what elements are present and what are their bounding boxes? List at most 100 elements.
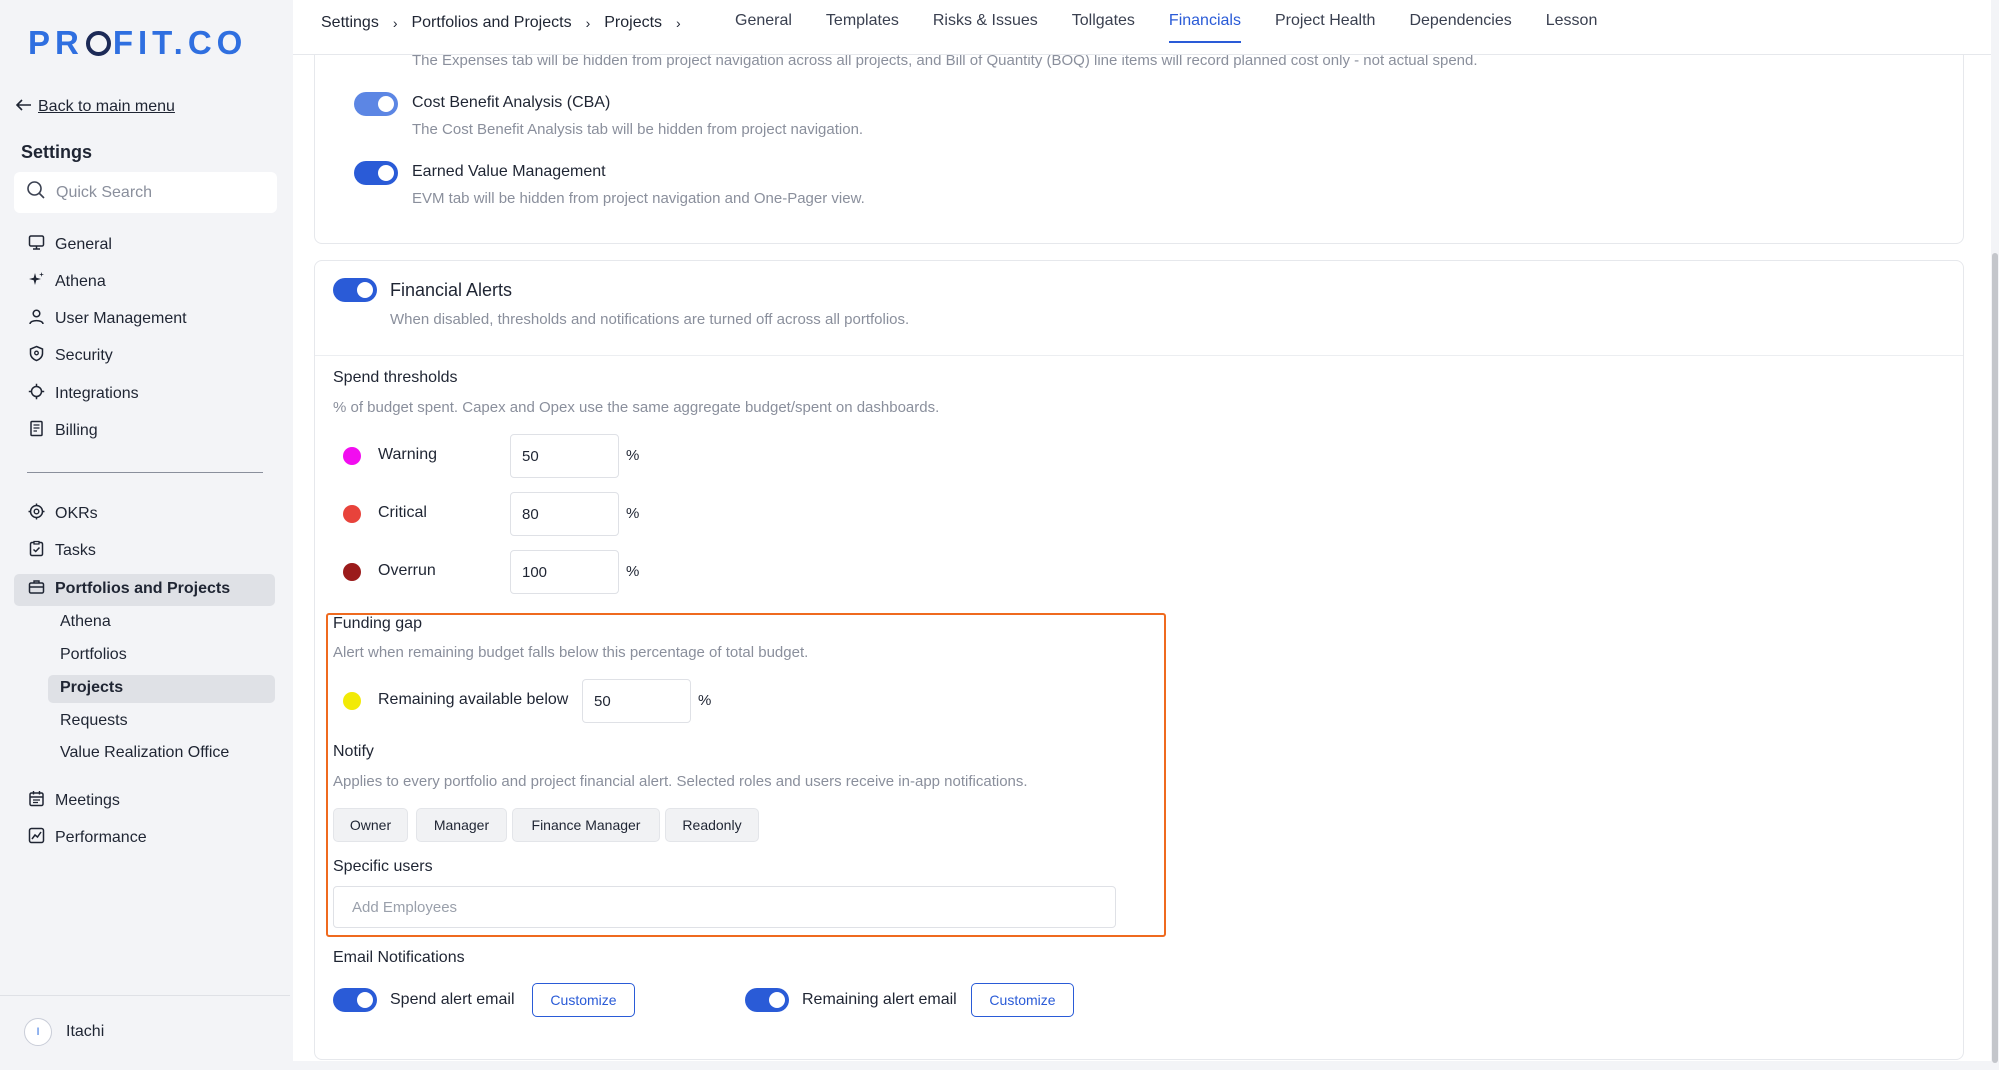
sidebar-item-general[interactable]: General	[28, 233, 112, 257]
tab-financials[interactable]: Financials	[1168, 0, 1241, 55]
sidebar-item-label: Meetings	[55, 792, 120, 809]
sidebar-item-integrations[interactable]: Integrations	[28, 382, 139, 406]
sidebar-item-security[interactable]: Security	[28, 344, 113, 368]
user-profile[interactable]: I Itachi	[24, 1018, 104, 1046]
remaining-alert-email-label: Remaining alert email	[802, 991, 957, 1008]
tab-lesson[interactable]: Lesson	[1546, 0, 1598, 55]
sidebar-item-tasks[interactable]: Tasks	[28, 539, 96, 563]
sidebar-item-meetings[interactable]: Meetings	[28, 789, 120, 813]
main-content: The Expenses tab will be hidden from pro…	[293, 55, 1991, 1061]
tab-tollgates[interactable]: Tollgates	[1072, 0, 1135, 55]
email-notifications-title: Email Notifications	[333, 949, 465, 966]
role-chip-finance-manager[interactable]: Finance Manager	[512, 808, 660, 842]
spend-alert-customize-button[interactable]: Customize	[532, 983, 635, 1017]
sub-item-requests[interactable]: Requests	[60, 712, 128, 730]
profitco-logo[interactable]: PR FIT.CO	[28, 24, 247, 62]
calendar-icon	[28, 790, 45, 812]
sidebar-item-label: Integrations	[55, 385, 139, 402]
breadcrumb-projects[interactable]: Projects	[604, 14, 662, 32]
sidebar-item-label: Performance	[55, 829, 147, 846]
warning-threshold-input[interactable]	[510, 434, 619, 478]
tab-dependencies[interactable]: Dependencies	[1409, 0, 1511, 55]
sidebar-item-label: Athena	[55, 273, 106, 290]
breadcrumb-settings[interactable]: Settings	[321, 14, 379, 32]
sidebar-divider	[27, 472, 263, 473]
user-divider	[0, 995, 290, 996]
notify-description: Applies to every portfolio and project f…	[333, 773, 1028, 790]
funding-gap-title: Funding gap	[333, 615, 422, 632]
role-chip-manager[interactable]: Manager	[416, 808, 507, 842]
sub-item-value-realization-office[interactable]: Value Realization Office	[60, 744, 229, 762]
financial-alerts-toggle[interactable]	[333, 278, 377, 302]
quick-search[interactable]	[14, 172, 277, 213]
notify-title: Notify	[333, 743, 374, 760]
chevron-right-icon: ›	[676, 15, 681, 31]
specific-users-title: Specific users	[333, 858, 433, 875]
sidebar-item-label: Portfolios and Projects	[55, 580, 231, 597]
sidebar-item-okrs[interactable]: OKRs	[28, 502, 98, 526]
financial-alerts-title: Financial Alerts	[390, 280, 513, 300]
percent-sign: %	[626, 563, 640, 580]
sub-item-athena[interactable]: Athena	[60, 613, 111, 631]
tab-project-health[interactable]: Project Health	[1275, 0, 1376, 55]
warning-label: Warning	[378, 446, 437, 463]
critical-dot-icon	[343, 505, 361, 523]
evm-label: Earned Value Management	[412, 163, 606, 180]
sidebar-item-athena[interactable]: Athena	[28, 270, 106, 294]
tab-templates[interactable]: Templates	[826, 0, 899, 55]
card-divider	[315, 355, 1963, 356]
top-bar: Settings › Portfolios and Projects › Pro…	[293, 0, 1991, 55]
back-link-label: Back to main menu	[38, 98, 175, 115]
funding-gap-description: Alert when remaining budget falls below …	[333, 644, 809, 661]
spend-thresholds-description: % of budget spent. Capex and Opex use th…	[333, 399, 940, 416]
sub-item-portfolios[interactable]: Portfolios	[60, 646, 127, 664]
evm-toggle[interactable]	[354, 161, 398, 185]
percent-sign: %	[626, 505, 640, 522]
chevron-right-icon: ›	[392, 15, 398, 31]
sidebar-item-label: User Management	[55, 310, 187, 327]
add-employees-input[interactable]	[333, 886, 1116, 928]
overrun-threshold-input[interactable]	[510, 550, 619, 594]
chevron-right-icon: ›	[585, 15, 591, 31]
overrun-label: Overrun	[378, 562, 436, 579]
financial-alerts-description: When disabled, thresholds and notificati…	[390, 311, 910, 328]
sidebar-item-label: OKRs	[55, 505, 98, 522]
remaining-available-label: Remaining available below	[378, 691, 569, 708]
warning-dot-icon	[343, 447, 361, 465]
monitor-icon	[28, 234, 45, 256]
critical-label: Critical	[378, 504, 427, 521]
logo-text-prefix: PR	[28, 24, 84, 61]
cba-description: The Cost Benefit Analysis tab will be hi…	[412, 121, 864, 138]
breadcrumb-portfolios-and-projects[interactable]: Portfolios and Projects	[411, 14, 571, 32]
role-chip-owner[interactable]: Owner	[333, 808, 408, 842]
spend-alert-email-toggle[interactable]	[333, 988, 377, 1012]
back-to-main-menu-link[interactable]: Back to main menu	[15, 98, 175, 116]
cba-toggle[interactable]	[354, 92, 398, 116]
sidebar-item-label: General	[55, 236, 112, 253]
role-chip-readonly[interactable]: Readonly	[665, 808, 759, 842]
spend-thresholds-title: Spend thresholds	[333, 369, 458, 386]
remaining-available-input[interactable]	[582, 679, 691, 723]
tab-risks-issues[interactable]: Risks & Issues	[933, 0, 1038, 55]
sidebar-item-user-management[interactable]: User Management	[28, 307, 187, 331]
breadcrumb: Settings › Portfolios and Projects › Pro…	[321, 14, 695, 32]
evm-description: EVM tab will be hidden from project navi…	[412, 190, 865, 207]
quick-search-input[interactable]	[56, 183, 256, 202]
sidebar-item-label: Billing	[55, 422, 98, 439]
critical-threshold-input[interactable]	[510, 492, 619, 536]
search-icon	[26, 180, 46, 205]
clipboard-check-icon	[28, 540, 45, 562]
remaining-alert-email-toggle[interactable]	[745, 988, 789, 1012]
sidebar-item-billing[interactable]: Billing	[28, 419, 98, 443]
logo-text-suffix: FIT.CO	[112, 24, 248, 61]
sidebar-item-performance[interactable]: Performance	[28, 826, 147, 850]
target-icon	[28, 503, 45, 525]
remaining-alert-customize-button[interactable]: Customize	[971, 983, 1074, 1017]
arrow-left-icon	[15, 98, 32, 116]
avatar: I	[24, 1018, 52, 1046]
sparkle-icon	[28, 271, 45, 293]
tab-general[interactable]: General	[735, 0, 792, 55]
scrollbar-thumb[interactable]	[1992, 253, 1998, 1063]
sub-item-projects[interactable]: Projects	[60, 679, 123, 697]
sidebar-item-portfolios-and-projects[interactable]: Portfolios and Projects	[28, 577, 230, 601]
